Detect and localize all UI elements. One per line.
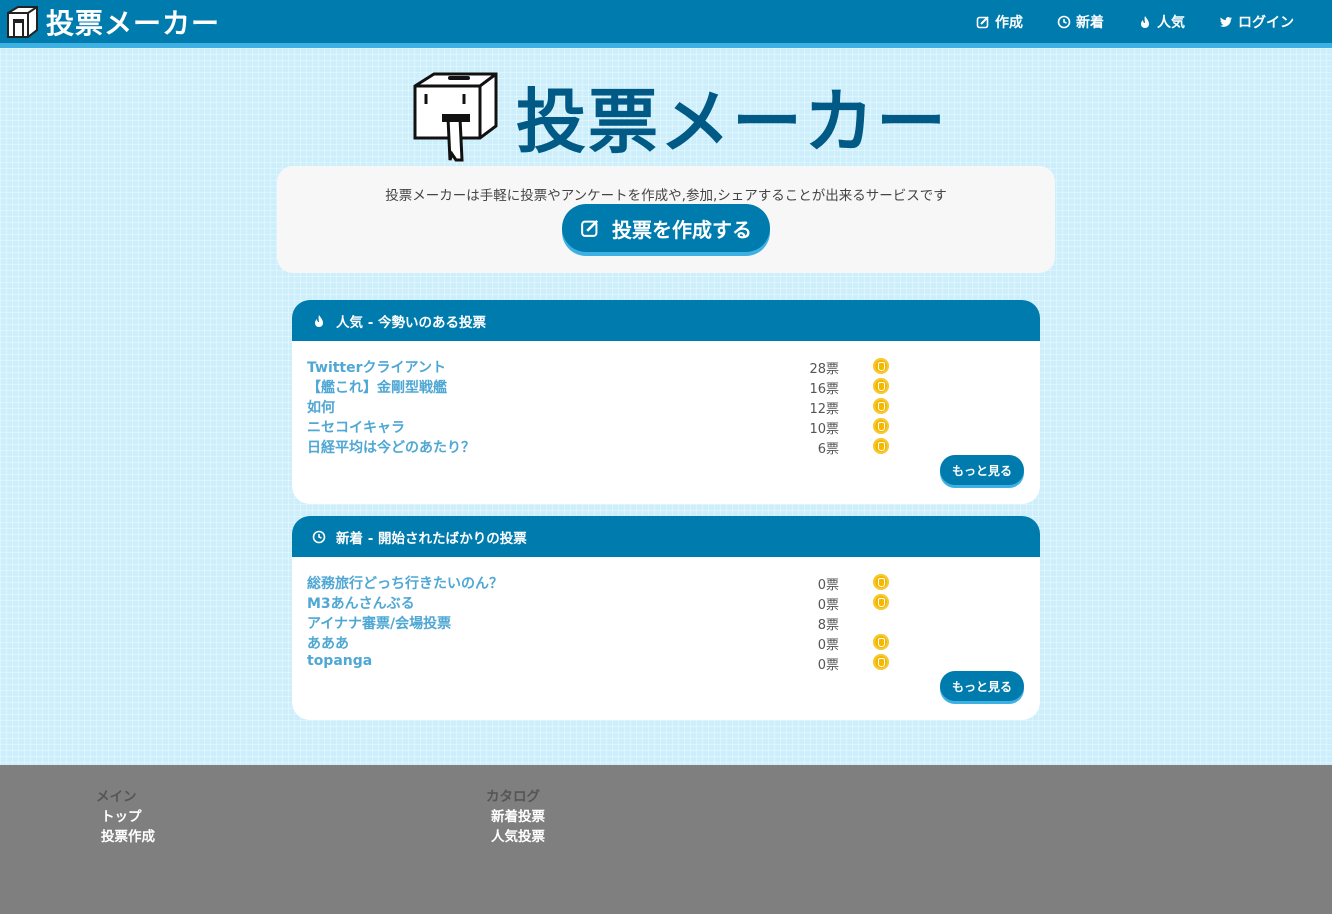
footer-catalog-column: カタログ 新着投票 人気投票 <box>486 785 545 845</box>
list-item: あああ 0票 <box>307 631 1025 653</box>
footer-link-latest[interactable]: 新着投票 <box>486 805 545 825</box>
footer-heading: メイン <box>96 789 137 805</box>
list-item: 【艦これ】金剛型戦艦 16票 <box>307 375 1025 397</box>
create-poll-button[interactable]: 投票を作成する <box>562 204 770 252</box>
top-navbar: 投票メーカー 作成 新着 人気 ログイン <box>0 0 1332 48</box>
edit-icon <box>976 15 989 28</box>
list-item: Twitterクライアント 28票 <box>307 355 1025 377</box>
vote-badge-icon <box>873 398 889 414</box>
vote-badge-icon <box>873 634 889 650</box>
footer-link-top[interactable]: トップ <box>96 805 155 825</box>
poll-link[interactable]: 日経平均は今どのあたり？ <box>307 437 475 457</box>
footer-link-popular[interactable]: 人気投票 <box>486 825 545 845</box>
poll-link[interactable]: M3あんさんぶる <box>307 593 415 613</box>
brand-link[interactable]: 投票メーカー <box>4 4 220 40</box>
footer-heading: カタログ <box>486 789 540 805</box>
nav-login[interactable]: ログイン <box>1219 12 1294 32</box>
intro-card: 投票メーカーは手軽に投票やアンケートを作成や,参加,シェアすることが出来るサービ… <box>277 166 1055 273</box>
ballot-box-icon <box>413 72 498 161</box>
list-item: 日経平均は今どのあたり？ 6票 <box>307 435 1025 457</box>
nav-create-label: 作成 <box>995 14 1023 31</box>
nav-popular[interactable]: 人気 <box>1138 12 1185 32</box>
popular-heading: 人気 - 今勢いのある投票 <box>336 314 487 331</box>
nav-latest[interactable]: 新着 <box>1057 12 1104 32</box>
popular-list: Twitterクライアント 28票 【艦これ】金剛型戦艦 16票 如何 12票 ニセコ… <box>292 341 1040 457</box>
list-item: M3あんさんぶる 0票 <box>307 591 1025 613</box>
site-footer: メイン トップ 投票作成 カタログ 新着投票 人気投票 <box>0 765 1332 914</box>
brand-title: 投票メーカー <box>46 7 221 40</box>
poll-link[interactable]: 如何 <box>307 397 335 417</box>
vote-badge-icon <box>873 378 889 394</box>
fire-icon <box>1141 15 1149 28</box>
popular-panel-header: 人気 - 今勢いのある投票 <box>292 300 1040 341</box>
list-item: 如何 12票 <box>307 395 1025 417</box>
latest-heading: 新着 - 開始されたばかりの投票 <box>336 530 527 547</box>
vote-count: 0票 <box>817 658 839 673</box>
nav-login-label: ログイン <box>1238 14 1294 31</box>
popular-panel: 人気 - 今勢いのある投票 Twitterクライアント 28票 【艦これ】金剛型戦… <box>292 300 1040 504</box>
fire-icon <box>315 314 323 327</box>
list-item: topanga 0票 <box>307 651 1025 673</box>
latest-more-button[interactable]: もっと見る <box>940 671 1024 701</box>
main-nav: 作成 新着 人気 ログイン <box>942 0 1294 43</box>
hero-banner: 投票メーカー <box>412 66 948 167</box>
clock-icon <box>312 530 326 543</box>
nav-popular-label: 人気 <box>1157 14 1185 31</box>
poll-link[interactable]: 総務旅行どっち行きたいのん？ <box>307 573 503 593</box>
latest-panel-header: 新着 - 開始されたばかりの投票 <box>292 516 1040 557</box>
intro-text: 投票メーカーは手軽に投票やアンケートを作成や,参加,シェアすることが出来るサービ… <box>385 188 947 204</box>
latest-list: 総務旅行どっち行きたいのん？ 0票 M3あんさんぶる 0票 アイナナ審票/会場投票 8… <box>292 557 1040 673</box>
vote-count: 6票 <box>817 442 839 457</box>
vote-badge-icon <box>873 654 889 670</box>
footer-link-create[interactable]: 投票作成 <box>96 825 155 845</box>
vote-badge-icon <box>873 418 889 434</box>
vote-badge-icon <box>873 438 889 454</box>
ballot-box-icon <box>7 6 38 38</box>
popular-more-button[interactable]: もっと見る <box>940 455 1024 485</box>
poll-link[interactable]: アイナナ審票/会場投票 <box>307 613 451 633</box>
vote-badge-icon <box>873 594 889 610</box>
poll-link[interactable]: Twitterクライアント <box>307 357 446 377</box>
vote-badge-icon <box>873 358 889 374</box>
list-item: ニセコイキャラ 10票 <box>307 415 1025 437</box>
poll-link[interactable]: あああ <box>307 633 349 653</box>
vote-badge-icon <box>873 574 889 590</box>
nav-create[interactable]: 作成 <box>976 12 1023 32</box>
poll-link[interactable]: 【艦これ】金剛型戦艦 <box>307 377 447 397</box>
edit-icon <box>581 219 599 237</box>
create-poll-label: 投票を作成する <box>612 217 752 242</box>
list-item: 総務旅行どっち行きたいのん？ 0票 <box>307 571 1025 593</box>
latest-panel: 新着 - 開始されたばかりの投票 総務旅行どっち行きたいのん？ 0票 M3あんさん… <box>292 516 1040 720</box>
list-item: アイナナ審票/会場投票 8票 <box>307 611 1025 633</box>
clock-icon <box>1057 15 1071 28</box>
poll-link[interactable]: topanga <box>307 653 372 669</box>
nav-latest-label: 新着 <box>1076 14 1104 31</box>
footer-main-column: メイン トップ 投票作成 <box>96 785 155 845</box>
twitter-icon <box>1220 16 1233 27</box>
poll-link[interactable]: ニセコイキャラ <box>307 417 405 437</box>
hero-title: 投票メーカー <box>516 81 948 163</box>
